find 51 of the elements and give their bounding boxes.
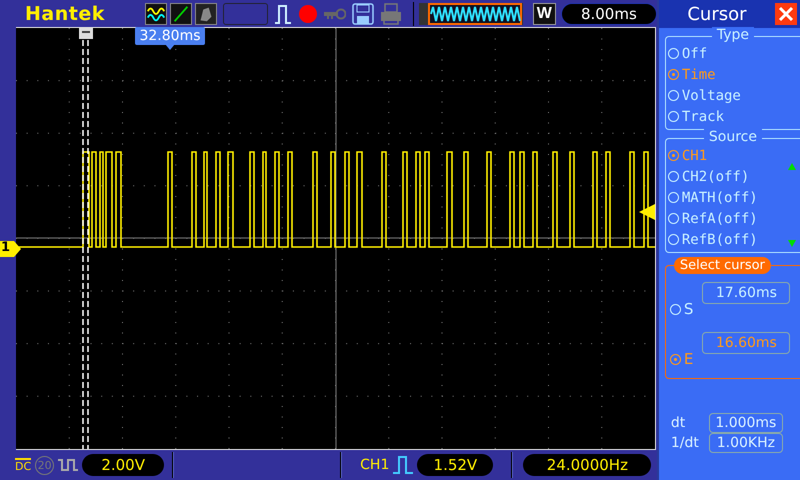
pointer-icon xyxy=(165,44,175,50)
empty-slot xyxy=(222,2,268,25)
brand-logo: Hantek xyxy=(25,2,105,25)
waveform-icon[interactable] xyxy=(144,2,167,25)
waveform-thumbnail[interactable] xyxy=(418,2,523,25)
trigger-source-label: CH1 xyxy=(360,457,390,474)
trigger-level-readout: 1.52V xyxy=(417,454,494,476)
bandwidth-limit-label: 20 xyxy=(35,456,54,475)
cursor-label[interactable]: S xyxy=(684,300,694,318)
option-label[interactable]: Off xyxy=(682,46,708,62)
readout-label: dt xyxy=(670,415,686,431)
xy-mode-icon[interactable] xyxy=(170,2,192,25)
radio-button[interactable] xyxy=(668,69,679,80)
scroll-down-icon[interactable] xyxy=(788,240,796,247)
persistence-icon[interactable] xyxy=(194,2,217,25)
coupling-label: DC xyxy=(15,458,32,472)
timebase-readout: 8.00ms xyxy=(560,2,657,25)
cursor-label[interactable]: E xyxy=(684,350,694,368)
save-icon[interactable] xyxy=(352,2,374,25)
channel-scale-readout: 2.00V xyxy=(82,454,164,476)
group-legend: Select cursor xyxy=(674,257,771,274)
rising-edge-icon xyxy=(393,456,414,474)
record-icon[interactable] xyxy=(298,4,318,24)
option-label[interactable]: Track xyxy=(682,108,724,124)
option-label[interactable]: CH1 xyxy=(682,148,708,164)
readout-label: 1/dt xyxy=(670,435,700,451)
printer-icon[interactable] xyxy=(380,2,402,25)
radio-button[interactable] xyxy=(670,354,681,364)
pulse-icon xyxy=(58,458,78,472)
close-button[interactable] xyxy=(775,3,797,25)
cursor-value: 17.60ms xyxy=(702,282,790,304)
mode-button[interactable]: W xyxy=(532,2,556,25)
panel-title: Cursor xyxy=(686,4,748,24)
option-label[interactable]: RefB(off) xyxy=(682,232,758,248)
cursor-value: 16.60ms xyxy=(702,332,790,354)
option-label[interactable]: MATH(off) xyxy=(682,190,758,206)
scroll-up-icon[interactable] xyxy=(788,163,796,170)
frequency-readout: 24.0000Hz xyxy=(523,454,652,476)
pulse-icon[interactable] xyxy=(274,2,292,25)
radio-button[interactable] xyxy=(668,150,679,161)
option-label[interactable]: Time xyxy=(682,66,716,82)
option-label[interactable]: CH2(off) xyxy=(682,168,750,184)
channel-marker-label: 1 xyxy=(1,240,10,256)
cursor-line[interactable] xyxy=(82,40,84,450)
channel-marker xyxy=(0,241,22,258)
option-label[interactable]: RefA(off) xyxy=(682,210,758,226)
cursor-line[interactable] xyxy=(87,40,89,450)
readout-value: 1.00KHz xyxy=(708,433,783,453)
option-label[interactable]: Voltage xyxy=(682,88,741,104)
group-legend: Type xyxy=(712,27,754,43)
readout-value: 1.000ms xyxy=(708,413,783,433)
